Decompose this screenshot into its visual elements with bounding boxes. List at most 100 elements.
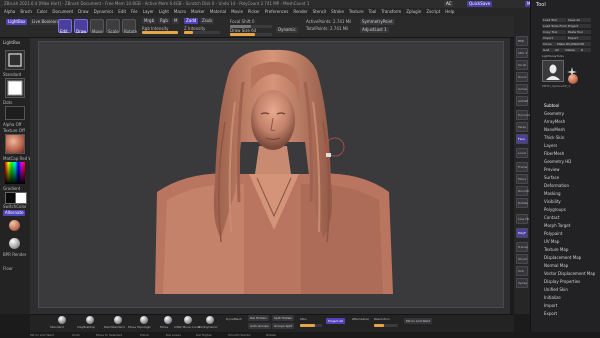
menu-transform[interactable]: Transform xyxy=(381,8,401,16)
z-intensity-slider[interactable] xyxy=(184,31,220,34)
menu-alpha[interactable]: Alpha xyxy=(4,8,15,16)
rotate-view-icon[interactable]: Rotate xyxy=(516,198,528,208)
line-fill-icon[interactable]: Line Fill xyxy=(516,214,529,224)
subpalette-preview[interactable]: Preview xyxy=(544,167,560,172)
status-del-lower[interactable]: Del Lower xyxy=(166,332,181,338)
copy-tool-button[interactable]: Copy Tool xyxy=(542,30,566,34)
status-del-higher[interactable]: Del Higher xyxy=(196,332,212,338)
persp-icon[interactable]: Persp xyxy=(516,122,528,132)
ac-chip[interactable]: AC xyxy=(444,1,454,7)
status-smooth-subdiv[interactable]: Smooth Subdiv xyxy=(228,332,251,338)
export-button[interactable]: Export xyxy=(567,36,591,40)
subpalette-export[interactable]: Export xyxy=(544,311,557,316)
solo-icon[interactable]: Solo xyxy=(516,266,528,276)
subpalette-displacement-map[interactable]: Displacement Map xyxy=(544,255,581,260)
brush-inflat-icon[interactable] xyxy=(184,316,192,324)
menu-render[interactable]: Render xyxy=(293,8,307,16)
all-button[interactable]: All xyxy=(554,48,564,52)
move-mode-button[interactable]: Move xyxy=(90,19,104,34)
dynamic-persp-icon[interactable]: Dynamic xyxy=(516,110,531,120)
brush-move-icon[interactable] xyxy=(164,316,172,324)
groups-split-button[interactable]: Groups Split xyxy=(272,323,295,329)
menu-draw[interactable]: Draw xyxy=(78,8,88,16)
menu-tool[interactable]: Tool xyxy=(369,8,377,16)
subpalette-unified-skin[interactable]: Unified Skin xyxy=(544,287,568,292)
dynamic-button[interactable]: Dynamic xyxy=(276,27,298,33)
r-button[interactable]: R xyxy=(580,48,591,52)
current-tool-thumbnail[interactable] xyxy=(542,60,564,82)
subpalette-polygroups[interactable]: Polygroups xyxy=(544,207,566,212)
zremesher-button[interactable]: ZRemesher xyxy=(352,317,369,322)
status-move-to-selected[interactable]: Move to Selected xyxy=(96,332,122,338)
auto-groups-button[interactable]: Auto Groups xyxy=(248,323,271,329)
spix-icon[interactable]: SPix 3 xyxy=(516,48,528,58)
import-button[interactable]: Import xyxy=(542,36,566,40)
brush-trimdynamic-icon[interactable] xyxy=(206,316,214,324)
brush-thumbnail[interactable] xyxy=(5,50,25,70)
scroll-icon[interactable]: Scroll xyxy=(516,60,528,70)
subpalette-vector-displacement-map[interactable]: Vector Displacement Map xyxy=(544,271,595,276)
rgb-intensity-slider[interactable] xyxy=(142,31,178,34)
sdiv-slider[interactable] xyxy=(300,324,322,327)
menu-edit[interactable]: Edit xyxy=(118,8,126,16)
menu-light[interactable]: Light xyxy=(159,8,169,16)
del-hidden-button[interactable]: Del Hidden xyxy=(248,315,269,321)
menu-document[interactable]: Document xyxy=(52,8,73,16)
subpalette-layers[interactable]: Layers xyxy=(544,143,557,148)
brush-standard-icon[interactable] xyxy=(58,316,66,324)
load-tools-from-project-button[interactable]: Load Tools From Project xyxy=(542,24,591,28)
frame-icon[interactable]: Frame xyxy=(516,162,528,172)
menu-layer[interactable]: Layer xyxy=(143,8,154,16)
load-tool-button[interactable]: Load Tool xyxy=(542,18,566,22)
subpalette-visibility[interactable]: Visibility xyxy=(544,199,561,204)
zoom-icon[interactable]: Zoom xyxy=(516,72,528,82)
material-ball-icon[interactable] xyxy=(9,220,20,231)
basic-material-icon[interactable] xyxy=(9,238,20,249)
local-icon[interactable]: Local xyxy=(516,148,528,158)
menu-picker[interactable]: Picker xyxy=(248,8,260,16)
dynamesh-button[interactable]: DynaMesh xyxy=(226,317,242,322)
subpalette-masking[interactable]: Masking xyxy=(544,191,561,196)
zadd-button[interactable]: Zadd xyxy=(184,18,199,24)
simple-brush-icon[interactable] xyxy=(567,62,577,77)
make-polymesh-button[interactable]: Make PolyMesh3D xyxy=(556,42,591,46)
subpalette-contact[interactable]: Contact xyxy=(544,215,560,220)
zsub-button[interactable]: Zsub xyxy=(200,18,214,24)
brush-damstandard-icon[interactable] xyxy=(114,316,122,324)
subpalette-arraymesh[interactable]: ArrayMesh xyxy=(544,119,565,124)
lightbox-tools-link[interactable]: Lightbox▸Tools xyxy=(542,54,564,59)
subpalette-initialize[interactable]: Initialize xyxy=(544,295,561,300)
material-thumbnail[interactable] xyxy=(5,134,25,154)
save-as-button[interactable]: Save As xyxy=(567,18,591,22)
split-hidden-button[interactable]: Split Hidden xyxy=(272,315,295,321)
status-polish[interactable]: Polish xyxy=(140,332,149,338)
alternate-button[interactable]: Alternate xyxy=(3,210,26,216)
paste-tool-button[interactable]: Paste Tool xyxy=(567,30,591,34)
edit-mode-button[interactable]: Edit xyxy=(58,19,72,34)
status-undo[interactable]: Undo xyxy=(72,332,80,338)
ghost-icon[interactable]: Ghost xyxy=(516,254,528,264)
alpha-thumbnail[interactable] xyxy=(5,106,25,120)
subpalette-display-properties[interactable]: Display Properties xyxy=(544,279,580,284)
menu-dynamics[interactable]: Dynamics xyxy=(94,8,114,16)
menu-macro[interactable]: Macro xyxy=(174,8,186,16)
m-button[interactable]: M xyxy=(172,18,180,24)
adjust-last-button[interactable]: AdjustLast 1 xyxy=(360,27,389,33)
clone-button[interactable]: Clone xyxy=(542,42,556,46)
rotate-mode-button[interactable]: Rotate xyxy=(122,19,137,34)
menu-stroke[interactable]: Stroke xyxy=(331,8,344,16)
floor-icon[interactable]: Floor xyxy=(516,134,528,144)
draw-size-slider[interactable] xyxy=(230,33,272,36)
subpalette-morph-target[interactable]: Morph Target xyxy=(544,223,570,228)
polyf-icon[interactable]: PolyF xyxy=(516,228,528,238)
menu-material[interactable]: Material xyxy=(210,8,226,16)
subpalette-uv-map[interactable]: UV Map xyxy=(544,239,559,244)
mirror-and-weld-button[interactable]: Mirror And Weld xyxy=(404,318,432,324)
aahalf-icon[interactable]: AAHalf xyxy=(516,96,528,106)
menu-zplugin[interactable]: Zplugin xyxy=(406,8,421,16)
symmetry-button[interactable]: SymmetryPoint xyxy=(360,19,395,25)
draw-mode-button[interactable]: Draw xyxy=(74,19,88,34)
status-rotate[interactable]: Rotate xyxy=(266,332,276,338)
subpalette-deformation[interactable]: Deformation xyxy=(544,183,569,188)
transp-icon[interactable]: Transp xyxy=(516,242,528,252)
